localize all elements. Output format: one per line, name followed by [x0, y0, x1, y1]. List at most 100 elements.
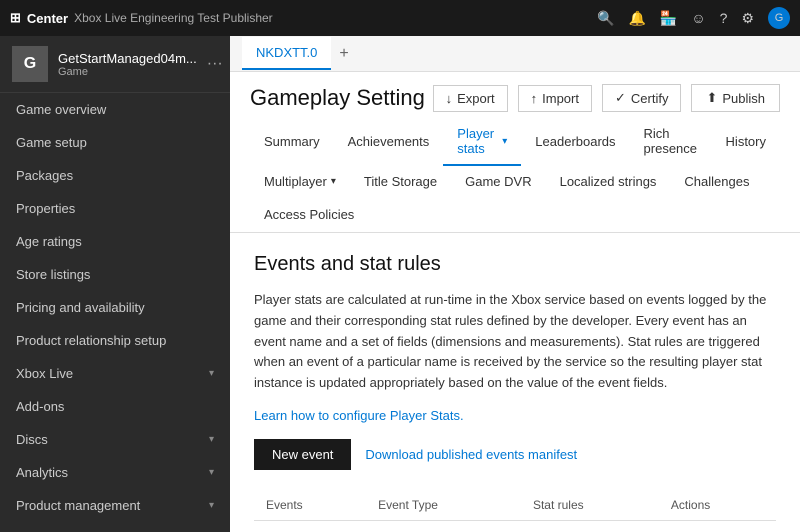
tab-challenges[interactable]: Challenges — [670, 166, 763, 199]
certify-icon: ✓ — [615, 90, 626, 106]
chevron-down-icon: ▾ — [502, 136, 507, 147]
sidebar-game-info: GetStartManaged04m... Game — [58, 51, 197, 78]
export-icon: ↓ — [446, 91, 453, 106]
chevron-down-icon: ▾ — [209, 500, 214, 511]
certify-button[interactable]: ✓ Certify — [602, 84, 681, 112]
sidebar-item-product-relationship[interactable]: Product relationship setup — [0, 324, 230, 357]
sidebar-item-store-listings[interactable]: Store listings — [0, 258, 230, 291]
topbar-logo: ⊞ Center Xbox Live Engineering Test Publ… — [10, 10, 273, 26]
table-body: No player stats configured — [254, 520, 776, 532]
sidebar-item-label: Age ratings — [16, 234, 82, 249]
download-manifest-link[interactable]: Download published events manifest — [365, 447, 577, 462]
sidebar-more-btn[interactable]: ··· — [207, 55, 223, 73]
tab-label: NKDXTT.0 — [256, 45, 317, 60]
sidebar-item-label: Product relationship setup — [16, 333, 166, 348]
col-actions: Actions — [659, 490, 776, 521]
tab-rich-presence[interactable]: Rich presence — [630, 118, 712, 166]
tab-game-dvr[interactable]: Game DVR — [451, 166, 545, 199]
description-text: Player stats are calculated at run-time … — [254, 290, 776, 394]
section-title: Events and stat rules — [254, 253, 776, 276]
store-icon[interactable]: 🏪 — [660, 10, 677, 27]
page-content: Gameplay Setting ↓ Export ↑ Import ✓ Cer… — [230, 72, 800, 532]
publish-button[interactable]: ⬆ Publish — [691, 84, 780, 112]
nav-row-1: Summary Achievements Player stats ▾ Lead… — [250, 118, 780, 166]
tab-add-btn[interactable]: + — [331, 45, 356, 63]
tab-localized-strings[interactable]: Localized strings — [546, 166, 671, 199]
import-button[interactable]: ↑ Import — [518, 85, 592, 112]
col-events: Events — [254, 490, 366, 521]
sidebar-item-packages[interactable]: Packages — [0, 159, 230, 192]
sidebar-item-discs[interactable]: Discs ▾ — [0, 423, 230, 456]
body-content: Events and stat rules Player stats are c… — [230, 233, 800, 532]
sidebar-item-label: Discs — [16, 432, 48, 447]
no-data-row: No player stats configured — [254, 520, 776, 532]
smiley-icon[interactable]: ☺ — [691, 10, 705, 26]
nav-row-2: Multiplayer ▾ Title Storage Game DVR Loc… — [250, 166, 780, 199]
nav-tabs: Summary Achievements Player stats ▾ Lead… — [230, 112, 800, 233]
topbar-icons: 🔍 🔔 🏪 ☺ ? ⚙ G — [597, 7, 790, 29]
page-title: Gameplay Setting — [250, 85, 425, 111]
chevron-down-icon: ▾ — [209, 467, 214, 478]
page-actions: ↓ Export ↑ Import ✓ Certify ⬆ Publish — [433, 84, 780, 112]
sidebar-item-game-overview[interactable]: Game overview — [0, 93, 230, 126]
button-row: New event Download published events mani… — [254, 439, 776, 470]
sidebar-item-product-management[interactable]: Product management ▾ — [0, 489, 230, 522]
import-icon: ↑ — [531, 91, 538, 106]
main-layout: G GetStartManaged04m... Game ··· Game ov… — [0, 36, 800, 532]
no-data-message: No player stats configured — [254, 520, 776, 532]
sidebar-item-analytics[interactable]: Analytics ▾ — [0, 456, 230, 489]
sidebar-game-title: GetStartManaged04m... — [58, 51, 197, 66]
sidebar-item-addons[interactable]: Add-ons — [0, 390, 230, 423]
tab-achievements[interactable]: Achievements — [334, 126, 444, 159]
sidebar-item-pricing[interactable]: Pricing and availability — [0, 291, 230, 324]
tab-summary[interactable]: Summary — [250, 126, 334, 159]
sidebar: G GetStartManaged04m... Game ··· Game ov… — [0, 36, 230, 532]
export-button[interactable]: ↓ Export — [433, 85, 508, 112]
new-event-button[interactable]: New event — [254, 439, 351, 470]
col-stat-rules: Stat rules — [521, 490, 659, 521]
chevron-down-icon: ▾ — [209, 368, 214, 379]
chevron-down-icon: ▾ — [331, 176, 336, 187]
topbar-title: Center — [27, 11, 68, 26]
sidebar-logo-box: G — [12, 46, 48, 82]
publish-icon: ⬆ — [706, 90, 717, 106]
sidebar-item-label: Product management — [16, 498, 140, 513]
sidebar-item-age-ratings[interactable]: Age ratings — [0, 225, 230, 258]
content-area: NKDXTT.0 + Gameplay Setting ↓ Export ↑ I… — [230, 36, 800, 532]
tab-nkdxtt[interactable]: NKDXTT.0 — [242, 37, 331, 70]
learn-how-link[interactable]: Learn how to configure Player Stats. — [254, 408, 464, 423]
help-icon[interactable]: ? — [720, 10, 728, 26]
settings-icon[interactable]: ⚙ — [741, 10, 754, 27]
tab-access-policies[interactable]: Access Policies — [250, 199, 368, 232]
sidebar-header: G GetStartManaged04m... Game ··· — [0, 36, 230, 93]
sidebar-item-label: Game overview — [16, 102, 106, 117]
tab-title-storage[interactable]: Title Storage — [350, 166, 451, 199]
bell-icon[interactable]: 🔔 — [628, 10, 645, 27]
table-header: Events Event Type Stat rules Actions — [254, 490, 776, 521]
sidebar-game-type: Game — [58, 66, 197, 78]
tab-player-stats[interactable]: Player stats ▾ — [443, 118, 521, 166]
xbox-icon: ⊞ — [10, 10, 21, 26]
tab-multiplayer[interactable]: Multiplayer ▾ — [250, 166, 350, 199]
sidebar-item-xbox-live[interactable]: Xbox Live ▾ — [0, 357, 230, 390]
sidebar-item-services[interactable]: Services ▾ — [0, 522, 230, 532]
sidebar-nav: Game overview Game setup Packages Proper… — [0, 93, 230, 532]
user-avatar[interactable]: G — [768, 7, 790, 29]
sidebar-item-game-setup[interactable]: Game setup — [0, 126, 230, 159]
sidebar-item-properties[interactable]: Properties — [0, 192, 230, 225]
page-header: Gameplay Setting ↓ Export ↑ Import ✓ Cer… — [230, 72, 800, 112]
topbar-subtitle: Xbox Live Engineering Test Publisher — [74, 11, 273, 25]
chevron-down-icon: ▾ — [209, 434, 214, 445]
sidebar-item-label: Store listings — [16, 267, 90, 282]
sidebar-item-label: Analytics — [16, 465, 68, 480]
search-icon[interactable]: 🔍 — [597, 10, 614, 27]
sidebar-item-label: Xbox Live — [16, 366, 73, 381]
sidebar-item-label: Pricing and availability — [16, 300, 145, 315]
events-table: Events Event Type Stat rules Actions No … — [254, 490, 776, 532]
nav-row-3: Access Policies — [250, 199, 780, 232]
sidebar-item-label: Properties — [16, 201, 75, 216]
tab-leaderboards[interactable]: Leaderboards — [521, 126, 629, 159]
col-event-type: Event Type — [366, 490, 521, 521]
sidebar-item-label: Add-ons — [16, 399, 64, 414]
tab-history[interactable]: History — [712, 126, 780, 159]
